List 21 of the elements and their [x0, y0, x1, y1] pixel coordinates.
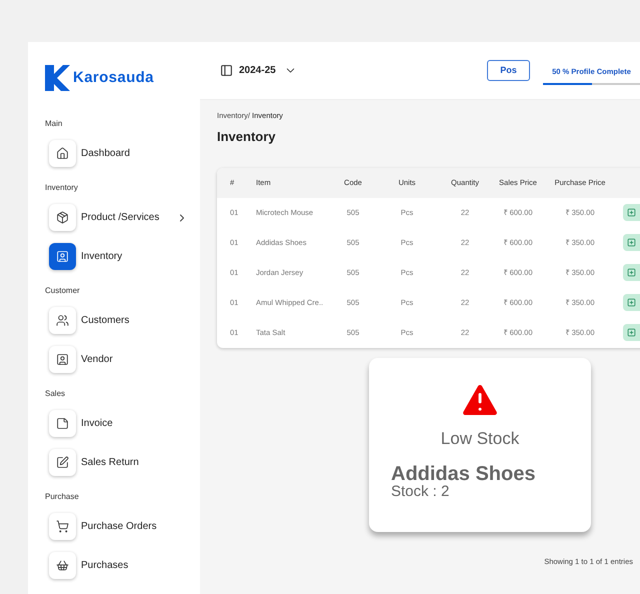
section-label: Main — [45, 119, 62, 128]
sidebar-item[interactable]: Inventory — [49, 243, 130, 270]
sidebar-item[interactable]: Purchases — [49, 552, 136, 579]
sidebar-item[interactable]: Product /Services — [49, 204, 168, 231]
pos-button[interactable]: Pos — [487, 60, 530, 81]
sidebar-item[interactable]: Customers — [49, 307, 138, 334]
sidebar-item[interactable]: Purchase Orders — [49, 513, 165, 540]
alert-title: Low Stock — [440, 428, 520, 450]
sidebar-item[interactable]: Sales Return — [49, 449, 147, 476]
alert-stock-count: Stock : 2 — [391, 484, 450, 498]
sidebar-item[interactable]: Dashboard — [49, 140, 138, 167]
section-label: Sales — [45, 389, 66, 398]
section-label: Customer — [45, 286, 80, 295]
sidebar-item[interactable]: Invoice — [49, 410, 121, 437]
page-title: Inventory — [217, 128, 277, 146]
sidebar-item[interactable]: Vendor — [49, 346, 121, 373]
year-selector[interactable]: 2024-25 — [239, 63, 297, 78]
section-label: Purchase — [45, 492, 79, 501]
alert-item-name: Addidas Shoes — [391, 464, 536, 484]
section-label: Inventory — [45, 183, 78, 192]
brand-name: Karosauda — [73, 68, 154, 88]
